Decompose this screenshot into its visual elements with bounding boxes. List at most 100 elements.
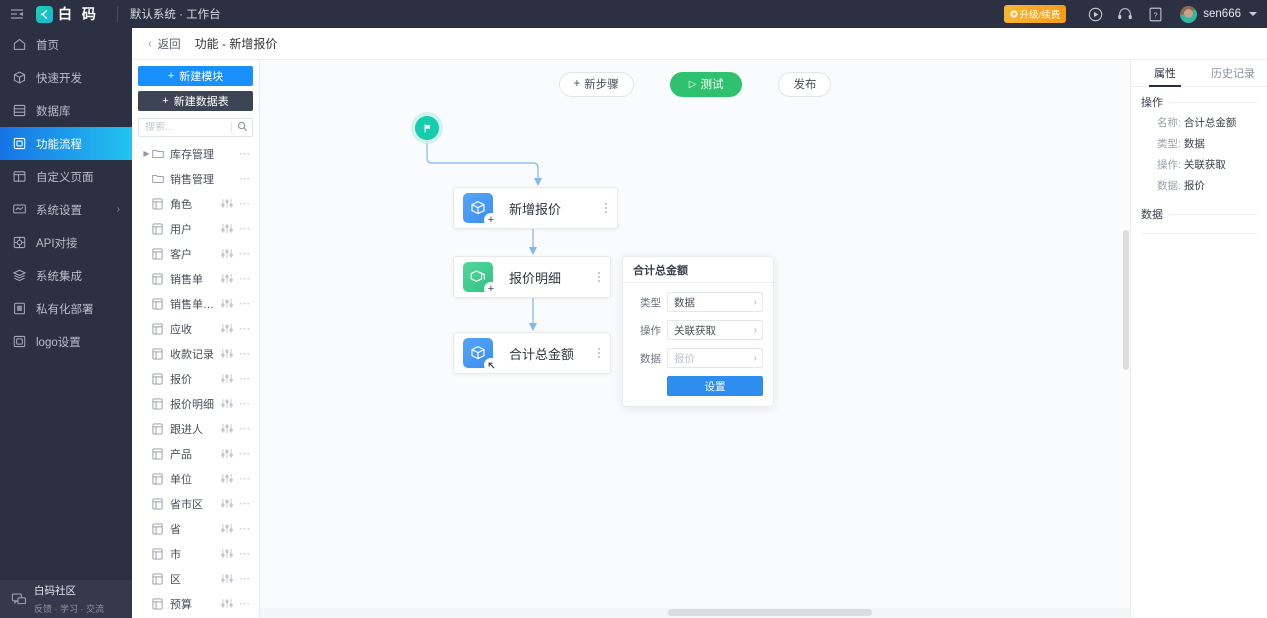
new-table-button[interactable]: + 新建数据表 [138, 91, 253, 111]
canvas-horizontal-scrollbar[interactable] [260, 608, 1130, 618]
tab-history[interactable]: 历史记录 [1199, 60, 1267, 86]
sidebar-item-custom-page[interactable]: 自定义页面 [0, 160, 132, 193]
help-book-icon[interactable]: ? [1140, 0, 1170, 28]
settings-slider-icon[interactable] [221, 348, 233, 359]
sidebar-item-function-flow[interactable]: 功能流程 [0, 127, 132, 160]
more-actions-icon[interactable]: ⋯ [239, 423, 251, 434]
more-actions-icon[interactable]: ⋯ [239, 223, 251, 234]
tree-folder-row[interactable]: 销售管理 ⋯ [138, 166, 253, 191]
canvas-vertical-scroll-thumb[interactable] [1123, 230, 1129, 370]
node-more-icon[interactable] [588, 272, 610, 282]
new-module-button[interactable]: + 新建模块 [138, 66, 253, 86]
settings-slider-icon[interactable] [221, 448, 233, 459]
settings-slider-icon[interactable] [221, 248, 233, 259]
menu-collapse-icon[interactable] [0, 0, 34, 28]
search-input[interactable] [145, 122, 231, 133]
tree-table-row[interactable]: 销售单 ⋯ [138, 266, 253, 291]
settings-slider-icon[interactable] [221, 573, 233, 584]
flow-canvas[interactable]: + 新步骤 ▷ 测试 发布 + 新增报价 + 报价明细 合计总金额 合计总金额 … [260, 60, 1130, 618]
settings-slider-icon[interactable] [221, 523, 233, 534]
tree-table-row[interactable]: 用户 ⋯ [138, 216, 253, 241]
tree-table-row[interactable]: 跟进人 ⋯ [138, 416, 253, 441]
flow-node[interactable]: + 新增报价 [453, 187, 618, 229]
tree-table-row[interactable]: 市 ⋯ [138, 541, 253, 566]
more-actions-icon[interactable]: ⋯ [239, 248, 251, 259]
sidebar-item-system-settings[interactable]: 系统设置 › [0, 193, 132, 226]
tab-properties[interactable]: 属性 [1131, 60, 1199, 87]
popup-data-select[interactable]: 报价 › [667, 348, 763, 368]
upgrade-button[interactable]: 升级/续费 [1003, 5, 1067, 23]
settings-slider-icon[interactable] [221, 498, 233, 509]
more-actions-icon[interactable]: ⋯ [239, 148, 251, 159]
community-entry[interactable]: 白码社区 反馈 · 学习 · 交流 [0, 580, 132, 618]
sidebar-item-integration[interactable]: 系统集成 [0, 259, 132, 292]
more-actions-icon[interactable]: ⋯ [239, 173, 251, 184]
more-actions-icon[interactable]: ⋯ [239, 573, 251, 584]
settings-slider-icon[interactable] [221, 198, 233, 209]
more-actions-icon[interactable]: ⋯ [239, 198, 251, 209]
tree-table-row[interactable]: 应收 ⋯ [138, 316, 253, 341]
more-actions-icon[interactable]: ⋯ [239, 548, 251, 559]
back-button[interactable]: ‹ 返回 [148, 36, 181, 52]
sidebar-item-home[interactable]: 首页 [0, 28, 132, 61]
tree-table-row[interactable]: 客户 ⋯ [138, 241, 253, 266]
popup-type-select[interactable]: 数据 › [667, 292, 763, 312]
more-actions-icon[interactable]: ⋯ [239, 348, 251, 359]
tree-table-row[interactable]: 报价明细 ⋯ [138, 391, 253, 416]
canvas-horizontal-scroll-thumb[interactable] [668, 609, 872, 616]
tree-table-row[interactable]: 收款记录 ⋯ [138, 341, 253, 366]
tree-table-row[interactable]: 区 ⋯ [138, 566, 253, 591]
settings-slider-icon[interactable] [221, 223, 233, 234]
settings-slider-icon[interactable] [221, 323, 233, 334]
more-actions-icon[interactable]: ⋯ [239, 298, 251, 309]
tree-table-row[interactable]: 预算 ⋯ [138, 591, 253, 616]
tree-table-row[interactable]: 销售单明细 ⋯ [138, 291, 253, 316]
more-actions-icon[interactable]: ⋯ [239, 448, 251, 459]
tree-table-row[interactable]: 单位 ⋯ [138, 466, 253, 491]
brand-logo[interactable]: 白 码 [34, 4, 99, 24]
tree-table-row[interactable]: 省市区 ⋯ [138, 491, 253, 516]
sidebar-item-database[interactable]: 数据库 [0, 94, 132, 127]
sidebar-item-rapid-dev[interactable]: 快速开发 [0, 61, 132, 94]
tree-table-row[interactable]: 产品 ⋯ [138, 441, 253, 466]
tree-folder-row[interactable]: ▶ 库存管理 ⋯ [138, 141, 253, 166]
sidebar-item-private-deploy[interactable]: 私有化部署 [0, 292, 132, 325]
flow-start-node[interactable] [415, 116, 439, 140]
settings-slider-icon[interactable] [221, 598, 233, 609]
more-actions-icon[interactable]: ⋯ [239, 273, 251, 284]
settings-slider-icon[interactable] [221, 423, 233, 434]
popup-operation-select[interactable]: 关联获取 › [667, 320, 763, 340]
more-actions-icon[interactable]: ⋯ [239, 523, 251, 534]
settings-slider-icon[interactable] [221, 298, 233, 309]
flow-node[interactable]: + 报价明细 [453, 256, 611, 298]
table-icon [152, 573, 165, 585]
tree-table-row[interactable]: 报价 ⋯ [138, 366, 253, 391]
flow-node[interactable]: 合计总金额 [453, 332, 611, 374]
search-box[interactable] [138, 118, 253, 137]
headset-icon[interactable] [1110, 0, 1140, 28]
more-actions-icon[interactable]: ⋯ [239, 598, 251, 609]
settings-slider-icon[interactable] [221, 373, 233, 384]
settings-slider-icon[interactable] [221, 473, 233, 484]
node-more-icon[interactable] [588, 348, 610, 358]
user-menu[interactable]: sen666 [1180, 5, 1257, 23]
tree-table-row[interactable]: 省 ⋯ [138, 516, 253, 541]
more-actions-icon[interactable]: ⋯ [239, 323, 251, 334]
system-workspace-label[interactable]: 默认系统 · 工作台 [130, 6, 221, 22]
settings-slider-icon[interactable] [221, 398, 233, 409]
chevron-right-icon[interactable]: ▶ [141, 149, 152, 158]
settings-slider-icon[interactable] [221, 548, 233, 559]
popup-submit-button[interactable]: 设置 [667, 376, 763, 396]
node-more-icon[interactable] [595, 203, 617, 213]
more-actions-icon[interactable]: ⋯ [239, 373, 251, 384]
settings-slider-icon[interactable] [221, 273, 233, 284]
more-actions-icon[interactable]: ⋯ [239, 498, 251, 509]
tree-table-row[interactable]: 角色 ⋯ [138, 191, 253, 216]
search-icon[interactable] [237, 119, 248, 137]
sidebar-item-api[interactable]: API对接 [0, 226, 132, 259]
more-actions-icon[interactable]: ⋯ [239, 473, 251, 484]
sidebar-item-logo-settings[interactable]: logo设置 [0, 325, 132, 358]
more-actions-icon[interactable]: ⋯ [239, 398, 251, 409]
play-circle-icon[interactable] [1080, 0, 1110, 28]
canvas-vertical-scrollbar[interactable] [1122, 60, 1130, 618]
